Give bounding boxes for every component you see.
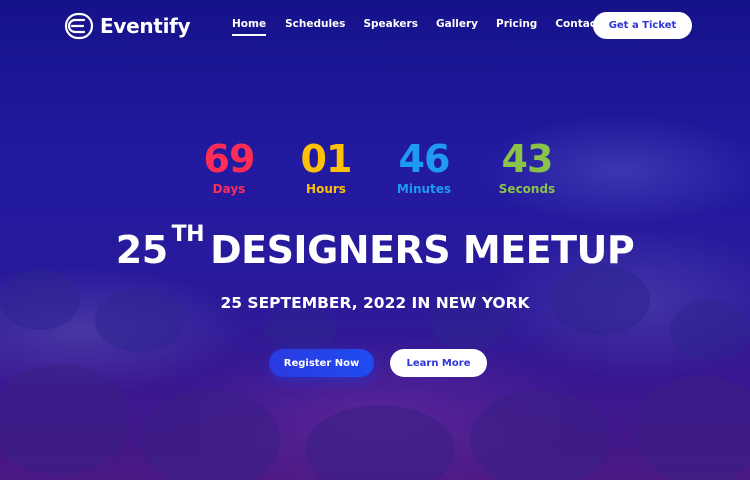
brand-name: Eventify: [100, 14, 191, 38]
countdown-minutes-label: Minutes: [396, 182, 452, 196]
countdown-days-value: 69: [203, 137, 256, 181]
nav-pricing[interactable]: Pricing: [496, 18, 537, 36]
e-logo-icon: [64, 12, 94, 40]
countdown-seconds-label: Seconds: [498, 182, 556, 196]
countdown-minutes: 46 Minutes: [374, 138, 474, 196]
countdown-seconds-value: 43: [501, 137, 554, 181]
page-title: 25 TH DESIGNERS MEETUP: [0, 222, 750, 272]
countdown-timer: 69 Days 01 Hours 46 Minutes 43 Seconds: [0, 138, 750, 208]
countdown-minutes-value: 46: [398, 137, 451, 181]
countdown-seconds: 43 Seconds: [477, 138, 577, 196]
headline-suffix: TH: [171, 222, 205, 247]
nav-home[interactable]: Home: [232, 18, 267, 36]
main-menu: Home Schedules Speakers Gallery Pricing …: [232, 18, 601, 36]
headline-number: 25: [115, 228, 168, 272]
countdown-hours-value: 01: [300, 137, 353, 181]
get-ticket-button[interactable]: Get a Ticket: [593, 12, 692, 39]
brand-logo[interactable]: Eventify: [64, 12, 191, 40]
event-date-location: 25 SEPTEMBER, 2022 IN NEW YORK: [220, 294, 530, 312]
countdown-days: 69 Days: [179, 138, 279, 196]
nav-speakers[interactable]: Speakers: [363, 18, 418, 36]
nav-gallery[interactable]: Gallery: [436, 18, 478, 36]
countdown-days-label: Days: [212, 182, 246, 196]
headline-text: DESIGNERS MEETUP: [210, 228, 635, 272]
learn-more-button[interactable]: Learn More: [390, 349, 487, 377]
countdown-hours: 01 Hours: [276, 138, 376, 196]
countdown-hours-label: Hours: [306, 182, 346, 196]
nav-schedules[interactable]: Schedules: [285, 18, 345, 36]
top-navigation: Eventify Home Schedules Speakers Gallery…: [0, 0, 750, 52]
register-now-button[interactable]: Register Now: [269, 349, 374, 377]
